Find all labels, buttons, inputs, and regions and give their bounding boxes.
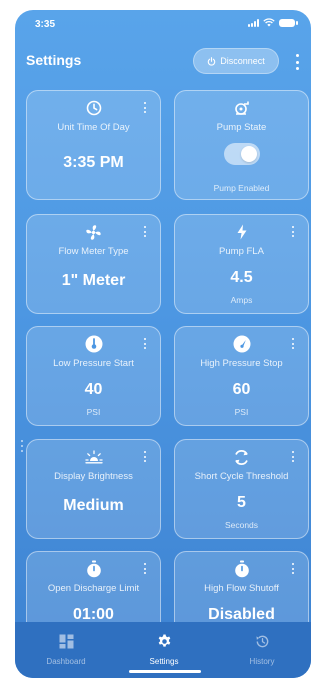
card-label: Open Discharge Limit <box>47 583 140 594</box>
home-indicator <box>129 670 201 673</box>
card-label: Display Brightness <box>54 471 133 482</box>
card-value: 1" Meter <box>61 272 126 289</box>
card-label: Low Pressure Start <box>53 358 134 369</box>
card-label: Flow Meter Type <box>58 246 129 257</box>
wifi-icon <box>263 18 275 27</box>
card-menu-button[interactable] <box>143 338 147 349</box>
card-menu-button[interactable] <box>291 451 295 462</box>
card-value: 3:35 PM <box>63 154 124 171</box>
status-time: 3:35 <box>35 19 56 30</box>
card-high-pressure-stop[interactable]: High Pressure Stop 60 PSI <box>174 326 309 426</box>
card-pump-fla[interactable]: Pump FLA 4.5 Amps <box>174 214 309 314</box>
card-unit: Amps <box>230 295 253 305</box>
card-value: 40 <box>84 381 103 398</box>
card-value: 5 <box>237 494 246 511</box>
brightness-icon <box>84 450 103 464</box>
timer-icon <box>86 560 101 578</box>
card-menu-button[interactable] <box>291 226 295 237</box>
dashboard-icon <box>59 634 73 649</box>
card-pump-state[interactable]: Pump State Pump Enabled <box>174 90 309 200</box>
card-unit: PSI <box>234 407 249 417</box>
card-menu-button[interactable] <box>143 226 147 237</box>
history-icon <box>255 635 268 648</box>
fan-icon <box>86 224 101 240</box>
nav-dashboard[interactable]: Dashboard <box>17 622 115 678</box>
card-display-brightness[interactable]: Display Brightness Medium <box>26 439 161 539</box>
card-menu-button[interactable] <box>143 102 147 113</box>
disconnect-button[interactable]: Disconnect <box>193 48 279 74</box>
card-open-discharge-limit[interactable]: Open Discharge Limit 01:00 <box>26 551 161 622</box>
card-label: Unit Time Of Day <box>57 122 130 133</box>
pump-icon <box>234 101 249 115</box>
nav-label: History <box>249 657 275 666</box>
card-value: 4.5 <box>230 269 253 286</box>
battery-icon <box>279 18 298 27</box>
status-bar: 3:35 <box>15 10 311 36</box>
card-unit-time-of-day[interactable]: Unit Time Of Day 3:35 PM <box>26 90 161 200</box>
system-icons <box>248 18 298 27</box>
toggle-knob <box>241 146 257 162</box>
settings-grid[interactable]: Unit Time Of Day 3:35 PM Pump State Pump… <box>15 90 311 622</box>
card-value: 60 <box>232 381 251 398</box>
thermometer-icon <box>85 335 102 353</box>
signal-icon <box>248 18 259 27</box>
card-label: Pump FLA <box>219 246 264 257</box>
card-status-text: Pump Enabled <box>213 183 270 193</box>
card-menu-button[interactable] <box>143 451 147 462</box>
app-screen: 3:35 Settings Disconnect Unit Time Of Da… <box>15 10 311 678</box>
cycle-icon <box>235 449 248 465</box>
card-unit: PSI <box>86 407 101 417</box>
card-label: High Pressure Stop <box>200 358 283 369</box>
card-value: Medium <box>63 497 124 514</box>
disconnect-label: Disconnect <box>220 56 265 66</box>
card-label: Pump State <box>216 122 267 133</box>
drag-handle[interactable] <box>21 440 24 452</box>
card-menu-button[interactable] <box>143 563 147 574</box>
card-unit: Seconds <box>224 520 259 530</box>
card-menu-button[interactable] <box>291 338 295 349</box>
lightning-icon <box>237 224 246 240</box>
timer-icon <box>234 560 249 578</box>
card-menu-button[interactable] <box>291 563 295 574</box>
nav-label: Dashboard <box>46 657 86 666</box>
card-label: Short Cycle Threshold <box>194 471 289 482</box>
nav-label: Settings <box>149 657 179 666</box>
card-value: Disabled <box>208 606 275 622</box>
card-low-pressure-start[interactable]: Low Pressure Start 40 PSI <box>26 326 161 426</box>
clock-icon <box>86 100 101 116</box>
card-value: 01:00 <box>73 606 114 622</box>
pump-enabled-toggle[interactable] <box>224 143 260 165</box>
nav-history[interactable]: History <box>213 622 311 678</box>
card-flow-meter-type[interactable]: Flow Meter Type 1" Meter <box>26 214 161 314</box>
card-short-cycle-threshold[interactable]: Short Cycle Threshold 5 Seconds <box>174 439 309 539</box>
more-options-button[interactable] <box>293 53 301 71</box>
page-title: Settings <box>26 52 82 68</box>
card-high-flow-shutoff[interactable]: High Flow Shutoff Disabled <box>174 551 309 622</box>
card-label: High Flow Shutoff <box>204 583 279 594</box>
gear-icon <box>158 634 170 647</box>
power-icon <box>207 56 216 66</box>
gauge-icon <box>233 335 250 353</box>
header: Settings Disconnect <box>15 48 311 76</box>
